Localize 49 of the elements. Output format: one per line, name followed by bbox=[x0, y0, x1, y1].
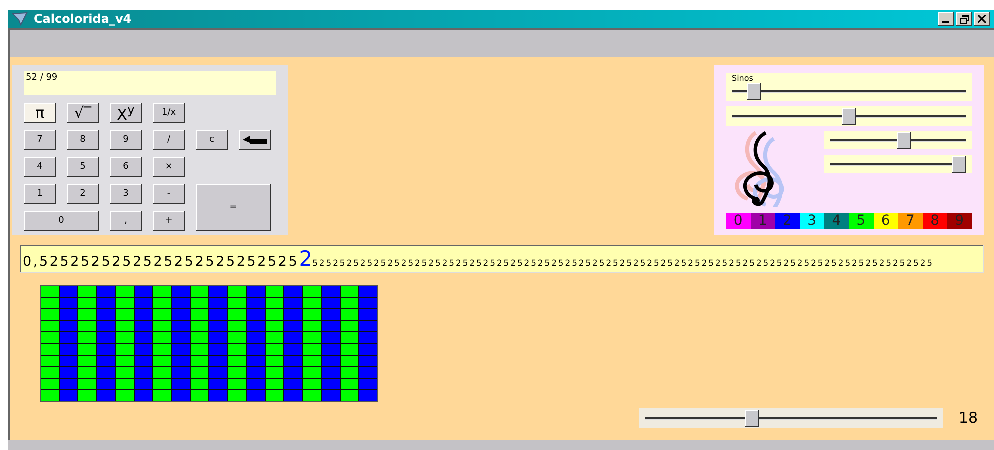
slider[interactable] bbox=[732, 83, 966, 99]
slider[interactable] bbox=[644, 410, 937, 426]
enter-arrow-icon bbox=[242, 135, 268, 145]
color-swatch[interactable]: 6 bbox=[874, 213, 898, 229]
slider[interactable] bbox=[830, 156, 966, 172]
calculator-key[interactable]: X$^{y}$ bbox=[110, 103, 142, 123]
calculator-key[interactable]: / bbox=[153, 130, 185, 150]
calculator-key[interactable]: 7 bbox=[24, 130, 56, 150]
color-swatch[interactable]: 3 bbox=[800, 213, 824, 229]
calculator-key[interactable]: 8 bbox=[67, 130, 99, 150]
slider-thumb[interactable] bbox=[952, 156, 966, 173]
minimize-button[interactable] bbox=[938, 12, 954, 26]
slider-value: 18 bbox=[958, 408, 978, 427]
calculator-key[interactable]: 3 bbox=[110, 184, 142, 204]
close-icon bbox=[978, 15, 986, 23]
calculator-key[interactable]: 0 bbox=[24, 211, 99, 231]
calculator-key[interactable]: 1/x bbox=[153, 103, 185, 123]
restore-button[interactable] bbox=[956, 12, 972, 26]
slider-thumb[interactable] bbox=[842, 108, 856, 125]
calculator-key[interactable]: - bbox=[153, 184, 185, 204]
calculator-key[interactable]: 6 bbox=[110, 157, 142, 177]
calculator-key[interactable]: c bbox=[196, 130, 228, 150]
enter-key[interactable] bbox=[239, 130, 271, 150]
color-swatch[interactable]: 7 bbox=[898, 213, 923, 229]
color-swatch[interactable]: 0 bbox=[726, 213, 751, 229]
calculator-key[interactable]: 2 bbox=[67, 184, 99, 204]
calculator-key[interactable]: √‾ bbox=[67, 103, 99, 123]
calculator-key[interactable]: 1 bbox=[24, 184, 56, 204]
color-swatch[interactable]: 8 bbox=[922, 213, 948, 229]
close-button[interactable] bbox=[974, 12, 990, 26]
slider[interactable] bbox=[830, 132, 966, 148]
calculator-key[interactable]: π bbox=[24, 103, 56, 123]
slider-thumb[interactable] bbox=[897, 132, 912, 149]
slider-thumb[interactable] bbox=[744, 410, 759, 427]
calculator-key[interactable]: , bbox=[110, 211, 142, 231]
restore-icon bbox=[960, 14, 968, 24]
window-title: Calcolorida_v4 bbox=[34, 12, 132, 26]
sinos-label: Sinos bbox=[732, 74, 754, 83]
color-swatch[interactable]: 5 bbox=[848, 213, 874, 229]
calculator-display: 52 / 99 bbox=[24, 71, 276, 95]
slider[interactable] bbox=[732, 108, 966, 124]
decimal-expansion: 0,5252525252525252525252525 2 5252525252525252525252525252525252525252525252525252525252525252525252525252525252525252525 bbox=[22, 249, 934, 272]
calculator-key[interactable]: = bbox=[196, 184, 271, 231]
slider-thumb[interactable] bbox=[747, 83, 762, 100]
calculator-key[interactable]: 4 bbox=[24, 157, 56, 177]
calculator-key[interactable]: 5 bbox=[67, 157, 99, 177]
calculator-key[interactable]: + bbox=[153, 211, 185, 231]
calculator-key[interactable]: 9 bbox=[110, 130, 142, 150]
calculator-key[interactable]: × bbox=[153, 157, 185, 177]
